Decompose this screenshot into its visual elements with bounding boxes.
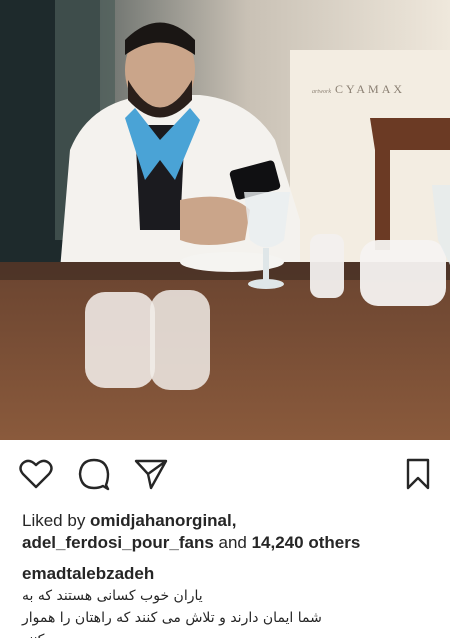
photo-watermark: artwork CYAMAX [312,82,405,97]
photo-illustration [0,0,450,440]
comment-icon[interactable] [76,456,112,492]
liker-username-1[interactable]: omidjahanorginal, [90,511,236,530]
paper-plane-icon[interactable] [133,456,169,492]
likes-summary: Liked by omidjahanorginal, adel_ferdosi_… [22,510,432,554]
caption-username[interactable]: emadtalebzadeh [22,563,432,585]
watermark-text: CYAMAX [335,82,406,96]
bookmark-icon[interactable] [400,456,436,492]
caption-line-2: شما ایمان دارند و تلاش می کنند که راهتان… [22,610,322,626]
post-caption: emadtalebzadeh یاران خوب کسانی هستند که … [22,563,432,638]
caption-line-1: یاران خوب کسانی هستند که به [22,588,203,604]
post-actions [0,452,450,496]
likes-prefix: Liked by [22,511,91,530]
likes-joiner: and [213,533,252,552]
post-photo[interactable]: artwork CYAMAX [0,0,450,440]
watermark-prefix: artwork [312,89,332,95]
likes-count[interactable]: 14,240 others [252,533,361,552]
caption-line-3: -------- .... کنند [22,629,432,638]
liker-username-2[interactable]: adel_ferdosi_pour_fans [22,533,214,552]
heart-icon[interactable] [18,456,54,492]
